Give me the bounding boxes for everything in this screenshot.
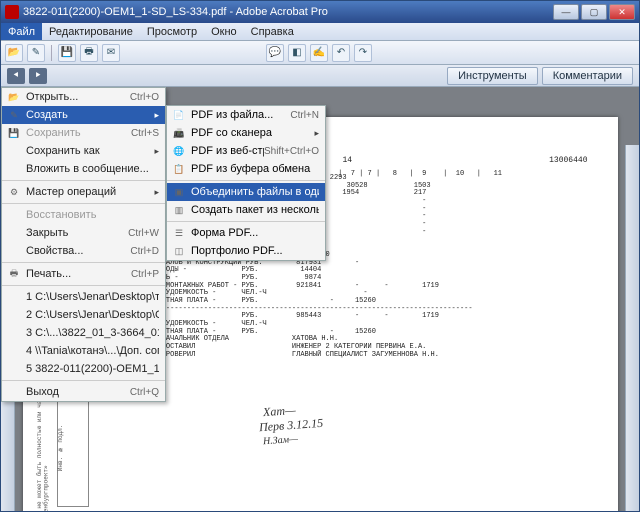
menu-edit[interactable]: Редактирование <box>42 23 140 40</box>
toolbar-stamp-icon[interactable]: ◧ <box>288 44 306 62</box>
toolbar-open-icon[interactable]: 📂 <box>5 44 23 62</box>
create-icon: ✎ <box>6 108 22 122</box>
batch-icon: ▥ <box>171 203 187 217</box>
tools-panel-button[interactable]: Инструменты <box>447 67 538 85</box>
toolbar-separator <box>51 45 52 61</box>
file-open[interactable]: 📂Открыть...Ctrl+O <box>2 88 165 106</box>
clipboard-icon: 📋 <box>171 162 187 176</box>
page-header-right: 13006440 <box>549 157 587 166</box>
file-exit[interactable]: ВыходCtrl+Q <box>2 383 165 401</box>
form-icon: ☰ <box>171 226 187 240</box>
doc-line: ПРОВЕРИЛ ГЛАВНЫЙ СПЕЦИАЛИСТ ЗАГУМЕННОВА … <box>95 352 608 360</box>
create-submenu: 📄PDF из файла...Ctrl+N 📠PDF со сканера 🌐… <box>166 105 326 261</box>
file-close[interactable]: ЗакрытьCtrl+W <box>2 224 165 242</box>
toolbar: 📂 ✎ 💾 🖶 ✉ 💬 ◧ ✍ ↶ ↷ <box>1 41 639 65</box>
comments-panel-button[interactable]: Комментарии <box>542 67 633 85</box>
pdf-file-icon: 📄 <box>171 108 187 122</box>
app-icon <box>5 5 19 19</box>
toolbar-sign-icon[interactable]: ✍ <box>310 44 328 62</box>
window-maximize-button[interactable]: ▢ <box>581 4 607 20</box>
print-icon: 🖶 <box>6 267 22 281</box>
file-recent-3[interactable]: 3 C:\...\3822_01_3-3664_011(2200)-OEM1_1… <box>2 324 165 342</box>
create-form[interactable]: ☰Форма PDF... <box>167 224 325 242</box>
save-icon: 💾 <box>6 126 22 140</box>
create-from-web[interactable]: 🌐PDF из веб-страницыShift+Ctrl+O <box>167 142 325 160</box>
page-header-left: 14 <box>343 157 353 166</box>
portfolio-icon: ◫ <box>171 244 187 258</box>
scanner-icon: 📠 <box>171 126 187 140</box>
window-titlebar: 3822-011(2200)-OEM1_1-SD_LS-334.pdf - Ad… <box>1 1 639 23</box>
file-attach-mail[interactable]: Вложить в сообщение... <box>2 160 165 178</box>
page-prev-button[interactable]: ⯇ <box>7 68 25 84</box>
page-next-button[interactable]: ⯈ <box>29 68 47 84</box>
file-menu-dropdown: 📂Открыть...Ctrl+O ✎Создать 💾СохранитьCtr… <box>1 87 166 402</box>
toolbar-undo-icon[interactable]: ↶ <box>332 44 350 62</box>
toolbar-print-icon[interactable]: 🖶 <box>80 44 98 62</box>
file-print[interactable]: 🖶Печать...Ctrl+P <box>2 265 165 283</box>
menu-file[interactable]: Файл <box>1 23 42 40</box>
signature-2: Перв 3.12.15 <box>258 417 323 435</box>
globe-icon: 🌐 <box>171 144 187 158</box>
content-area: 📂Открыть...Ctrl+O ✎Создать 💾СохранитьCtr… <box>1 87 639 511</box>
menu-view[interactable]: Просмотр <box>140 23 204 40</box>
toolbar-mail-icon[interactable]: ✉ <box>102 44 120 62</box>
menu-help[interactable]: Справка <box>244 23 301 40</box>
right-scrollbar[interactable] <box>625 145 639 511</box>
file-recent-1[interactable]: 1 C:\Users\Jenar\Desktop\тнпс.pdf <box>2 288 165 306</box>
create-from-scanner[interactable]: 📠PDF со сканера <box>167 124 325 142</box>
toolbar-speech-icon[interactable]: 💬 <box>266 44 284 62</box>
menubar: Файл Редактирование Просмотр Окно Справк… <box>1 23 639 41</box>
signature-3: Н.Зам— <box>262 434 298 447</box>
navbar: ⯇ ⯈ Инструменты Комментарии <box>1 65 639 87</box>
gear-icon: ⚙ <box>6 185 22 199</box>
create-from-clipboard[interactable]: 📋PDF из буфера обмена <box>167 160 325 178</box>
file-properties[interactable]: Свойства...Ctrl+D <box>2 242 165 260</box>
file-recent-2[interactable]: 2 C:\Users\Jenar\Desktop\Ставки.pdf <box>2 306 165 324</box>
file-recent-5[interactable]: 5 3822-011(2200)-OEM1_1-SD_LS-409.pdf <box>2 360 165 378</box>
file-revert[interactable]: Восстановить <box>2 206 165 224</box>
toolbar-redo-icon[interactable]: ↷ <box>354 44 372 62</box>
file-create[interactable]: ✎Создать <box>2 106 165 124</box>
toolbar-create-icon[interactable]: ✎ <box>27 44 45 62</box>
file-saveas[interactable]: Сохранить как <box>2 142 165 160</box>
open-icon: 📂 <box>6 90 22 104</box>
create-combine-files[interactable]: ▣Объединить файлы в один документ PDF... <box>167 183 325 201</box>
merge-icon: ▣ <box>171 185 187 199</box>
toolbar-save-icon[interactable]: 💾 <box>58 44 76 62</box>
window-minimize-button[interactable]: — <box>553 4 579 20</box>
file-save[interactable]: 💾СохранитьCtrl+S <box>2 124 165 142</box>
create-batch[interactable]: ▥Создать пакет из нескольких файлов... <box>167 201 325 219</box>
window-title: 3822-011(2200)-OEM1_1-SD_LS-334.pdf - Ad… <box>23 6 553 18</box>
file-action-wizard[interactable]: ⚙Мастер операций <box>2 183 165 201</box>
menu-window[interactable]: Окно <box>204 23 244 40</box>
create-portfolio[interactable]: ◫Портфолио PDF... <box>167 242 325 260</box>
window-close-button[interactable]: ✕ <box>609 4 635 20</box>
create-from-file[interactable]: 📄PDF из файла...Ctrl+N <box>167 106 325 124</box>
file-recent-4[interactable]: 4 \\Tania\котанэ\...\Доп. соглашений.pdf <box>2 342 165 360</box>
